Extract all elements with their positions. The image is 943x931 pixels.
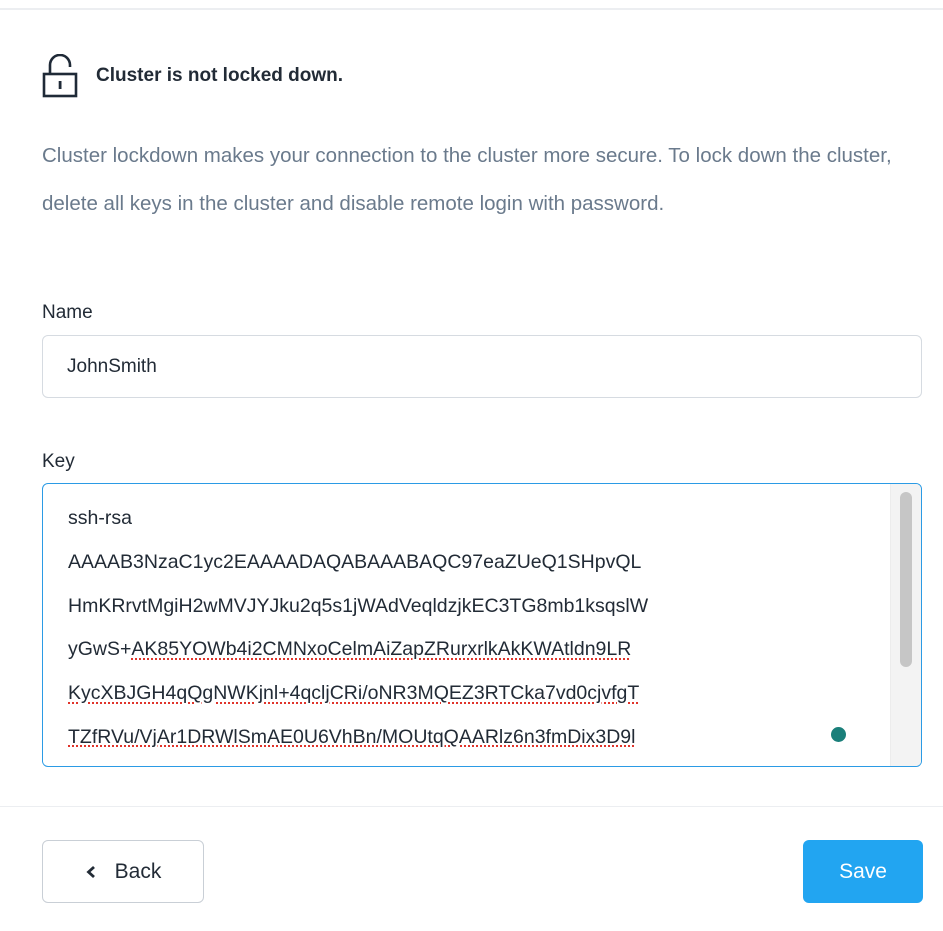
back-button[interactable]: Back [42,840,204,903]
key-scrollbar[interactable] [890,484,921,766]
key-line: KycXBJGH4qQgNWKjnl+4qcljCRi/oNR3MQEZ3RTC… [68,682,640,705]
key-line: yGwS+ [68,638,132,661]
chevron-left-icon [86,865,95,878]
key-line: AK85YOWb4i2CMNxoCelmAiZapZRurxrlkAkKWAtl… [131,638,632,661]
lockdown-description: Cluster lockdown makes your connection t… [42,144,892,215]
lockdown-status-text: Cluster is not locked down. [96,65,344,86]
footer-divider [0,806,943,807]
cursor-indicator [831,727,846,742]
top-divider [0,8,943,10]
save-button[interactable]: Save [803,840,923,903]
unlocked-padlock-icon [42,54,78,98]
scrollbar-thumb[interactable] [900,492,912,667]
key-line: ssh-rsa [68,507,132,529]
lockdown-status: Cluster is not locked down. [42,54,343,98]
save-button-label: Save [839,859,887,883]
key-textarea[interactable]: ssh-rsa AAAAB3NzaC1yc2EAAAADAQABAAABAQC9… [42,483,922,767]
cluster-lockdown-panel: Cluster is not locked down. Cluster lock… [0,0,943,931]
key-line: AAAAB3NzaC1yc2EAAAADAQABAAABAQC97eaZUeQ1… [68,550,642,573]
key-line: HmKRrvtMgiH2wMVJYJku2q5s1jWAdVeqldzjkEC3… [68,594,649,617]
name-label: Name [42,302,93,323]
key-line: TZfRVu/VjAr1DRWlSmAE0U6VhBn/MOUtqQAARlz6… [68,725,636,748]
key-label: Key [42,451,75,472]
name-input[interactable] [42,335,922,398]
back-button-label: Back [114,859,162,883]
key-text[interactable]: ssh-rsa AAAAB3NzaC1yc2EAAAADAQABAAABAQC9… [68,497,898,760]
